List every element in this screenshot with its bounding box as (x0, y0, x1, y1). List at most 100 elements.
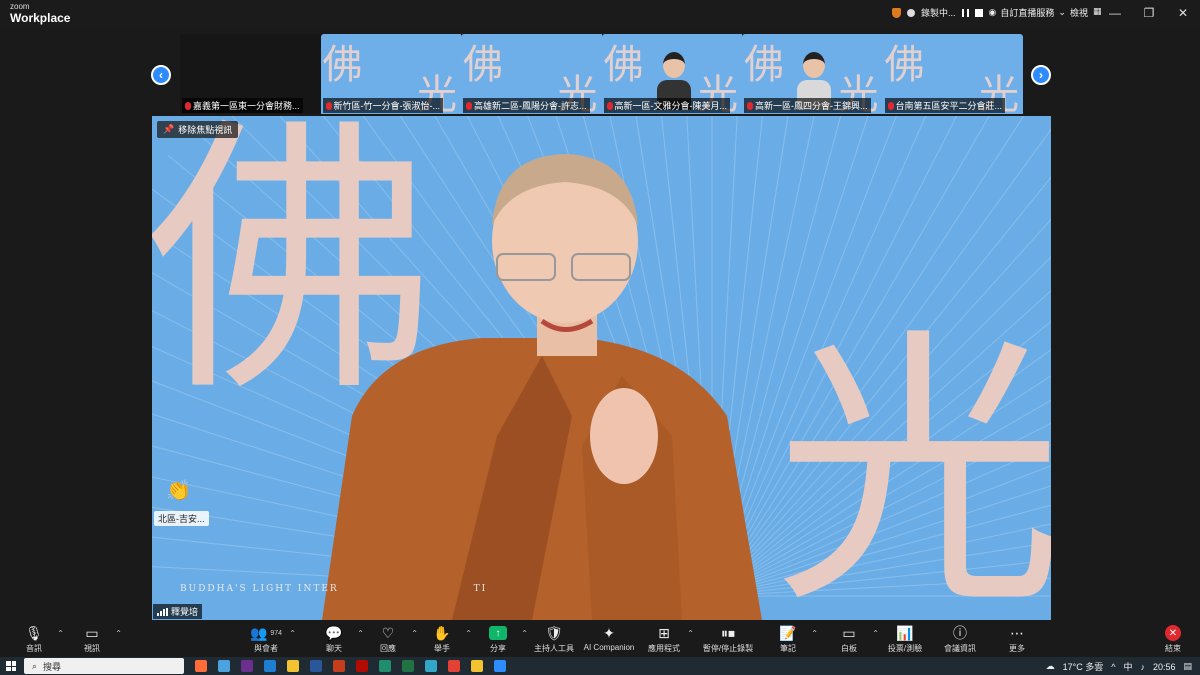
live-stream-icon: ◉ (988, 7, 997, 17)
mic-muted-icon (325, 101, 332, 110)
participant-tile[interactable]: 佛 光 高新一區-鳳四分會-王錦興... (742, 34, 883, 114)
edge-icon[interactable] (264, 660, 276, 672)
more-button[interactable]: ⋯ 更多 (985, 624, 1049, 654)
chevron-up-icon[interactable]: ⌃ (289, 629, 296, 638)
participant-name: 台南第五區安平二分會莊... (884, 98, 1006, 113)
ime-indicator[interactable]: 中 (1123, 660, 1132, 673)
system-tray: ☁ 17°C 多雲 ^ 中 ♪ 20:56 ▤ (1046, 660, 1192, 673)
volume-icon[interactable]: ♪ (1140, 662, 1145, 672)
backdrop-caption: BUDDHA'S LIGHT INTER TI (180, 584, 488, 594)
participant-name: 高雄新二區-鳳陽分會-許志... (463, 98, 590, 113)
record-icon (907, 8, 915, 17)
explorer-icon[interactable] (471, 660, 483, 672)
recording-status: 錄製中... ◉ 自訂直播服務 ⌄ (892, 6, 1066, 19)
acrobat-icon[interactable] (356, 660, 368, 672)
participant-count: 974 (270, 629, 283, 637)
window-controls: — ❐ ✕ (1098, 0, 1200, 26)
gallery-prev-button[interactable]: ‹ (151, 65, 171, 85)
end-button[interactable]: ✕ 結束 (1141, 624, 1200, 654)
word-icon[interactable] (310, 660, 322, 672)
app-icon[interactable] (241, 660, 253, 672)
remove-spotlight-label: 移除焦點視訊 (178, 125, 233, 135)
speaker-name: 釋覺培 (171, 607, 199, 617)
backdrop-glyph: 佛 (884, 42, 925, 88)
audio-button[interactable]: 🎙 音訊 ⌃ (2, 624, 66, 654)
whiteboard-icon: ▭ (842, 624, 856, 641)
video-button[interactable]: ▭ 視訊 ⌃ (60, 624, 124, 654)
app-icon[interactable] (425, 660, 437, 672)
search-icon: ⌕ (32, 660, 38, 671)
backdrop-glyph: 佛 (744, 42, 784, 88)
shield-icon: 🛡 (545, 624, 563, 641)
minimize-icon[interactable]: — (1098, 0, 1132, 26)
gallery-next-button[interactable]: › (1031, 65, 1051, 85)
brand-top: zoom (10, 2, 30, 11)
speaker-video[interactable]: 佛 光 📌 移除焦點視訊 BUDDHA'S LIGHT INTER TI 👏 北… (152, 116, 1051, 620)
weather-icon: ☁ (1045, 661, 1055, 671)
participants-button[interactable]: 👥 974 與會者 ⌃ (234, 624, 298, 654)
widgets-icon[interactable] (218, 660, 230, 672)
apps-icon: ⊞ (658, 624, 670, 641)
shield-icon[interactable] (892, 7, 901, 18)
sparkle-icon: ✦ (603, 624, 615, 641)
copilot-icon[interactable] (195, 660, 207, 672)
chevron-left-icon: ‹ (159, 68, 163, 82)
backdrop-glyph: 佛 (322, 42, 363, 88)
stop-recording-icon[interactable] (974, 8, 983, 17)
zoom-icon[interactable] (494, 660, 506, 672)
clock[interactable]: 20:56 (1153, 662, 1176, 672)
participant-tile[interactable]: 嘉義第一區東一分會財務... (180, 34, 321, 114)
chat-icon: 💬 (325, 624, 343, 641)
mic-muted-icon (887, 101, 894, 110)
notification-icon[interactable]: ▤ (1183, 661, 1192, 672)
participant-tile[interactable]: 佛 光 新竹區-竹一分會-張淑怡-... (320, 34, 461, 114)
more-icon: ⋯ (1010, 624, 1024, 641)
restore-icon[interactable]: ❐ (1132, 0, 1166, 26)
record-button[interactable]: ⏸⏹ 暫停/停止錄製 (696, 624, 760, 654)
notes-button[interactable]: 📝 筆記 ⌃ (756, 624, 820, 654)
mic-muted-icon (747, 101, 753, 110)
participant-tile[interactable]: 佛 光 高新一區-文雅分會-陳美月... (601, 34, 742, 114)
raise-hand-button[interactable]: ✋ 舉手 ⌃ (410, 624, 474, 654)
close-icon[interactable]: ✕ (1166, 0, 1200, 26)
title-bar: zoom Workplace 錄製中... ◉ 自訂直播服務 ⌄ 檢視 ▦ — … (0, 0, 1200, 26)
remove-spotlight-button[interactable]: 📌 移除焦點視訊 (157, 121, 239, 138)
apps-button[interactable]: ⊞ 應用程式 ⌃ (632, 624, 696, 654)
taskbar-search[interactable]: ⌕ 搜尋 (24, 658, 184, 674)
recording-label: 錄製中... (921, 8, 956, 18)
live-stream-label: 自訂直播服務 (1000, 8, 1055, 18)
close-icon: ✕ (1165, 625, 1181, 641)
chrome-icon[interactable] (448, 660, 460, 672)
chevron-up-icon[interactable]: ⌃ (115, 629, 122, 638)
meeting-info-button[interactable]: ⓘ 會議資訊 (928, 624, 992, 654)
live-stream-button[interactable]: ◉ 自訂直播服務 ⌄ (989, 6, 1066, 19)
view-button[interactable]: 檢視 ▦ (1070, 6, 1102, 19)
heart-icon: ♡ (381, 624, 395, 641)
participant-tile[interactable]: 佛 光 台南第五區安平二分會莊... (882, 34, 1023, 114)
participant-name: 嘉義第一區東一分會財務... (182, 98, 303, 113)
mic-muted-icon (185, 101, 191, 110)
share-icon: ↑ (489, 626, 507, 640)
excel-icon[interactable] (402, 660, 414, 672)
meeting-toolbar: 🎙 音訊 ⌃ ▭ 視訊 ⌃ 👥 974 與會者 ⌃ 💬 聊天 ⌃ ♡ 回應 ⌃ ✋… (0, 621, 1200, 657)
folder-icon[interactable] (287, 660, 299, 672)
speaker-name-tag: 釋覺培 (153, 604, 203, 619)
chevron-up-icon[interactable]: ⌃ (687, 629, 694, 638)
participants-icon: 👥 974 (249, 624, 283, 641)
app-icon[interactable] (379, 660, 391, 672)
share-button[interactable]: ↑ 分享 ⌃ (466, 624, 530, 654)
chevron-down-icon: ⌄ (1058, 7, 1066, 17)
whiteboard-button[interactable]: ▭ 白板 ⌃ (817, 624, 881, 654)
backdrop-glyph: 佛 (603, 42, 644, 88)
mic-muted-icon (466, 101, 472, 110)
pin-icon: 📌 (163, 124, 175, 134)
info-icon: ⓘ (953, 625, 967, 641)
participant-tile[interactable]: 佛 光 高雄新二區-鳳陽分會-許志... (461, 34, 602, 114)
pause-recording-icon[interactable] (961, 8, 969, 17)
powerpoint-icon[interactable] (333, 660, 345, 672)
chevron-up-icon[interactable]: ^ (1111, 662, 1115, 672)
backdrop-glyph: 佛 (463, 42, 503, 88)
weather-label[interactable]: 17°C 多雲 (1063, 660, 1104, 673)
start-button[interactable] (0, 657, 22, 675)
mic-muted-icon: 🎙 (25, 624, 43, 641)
